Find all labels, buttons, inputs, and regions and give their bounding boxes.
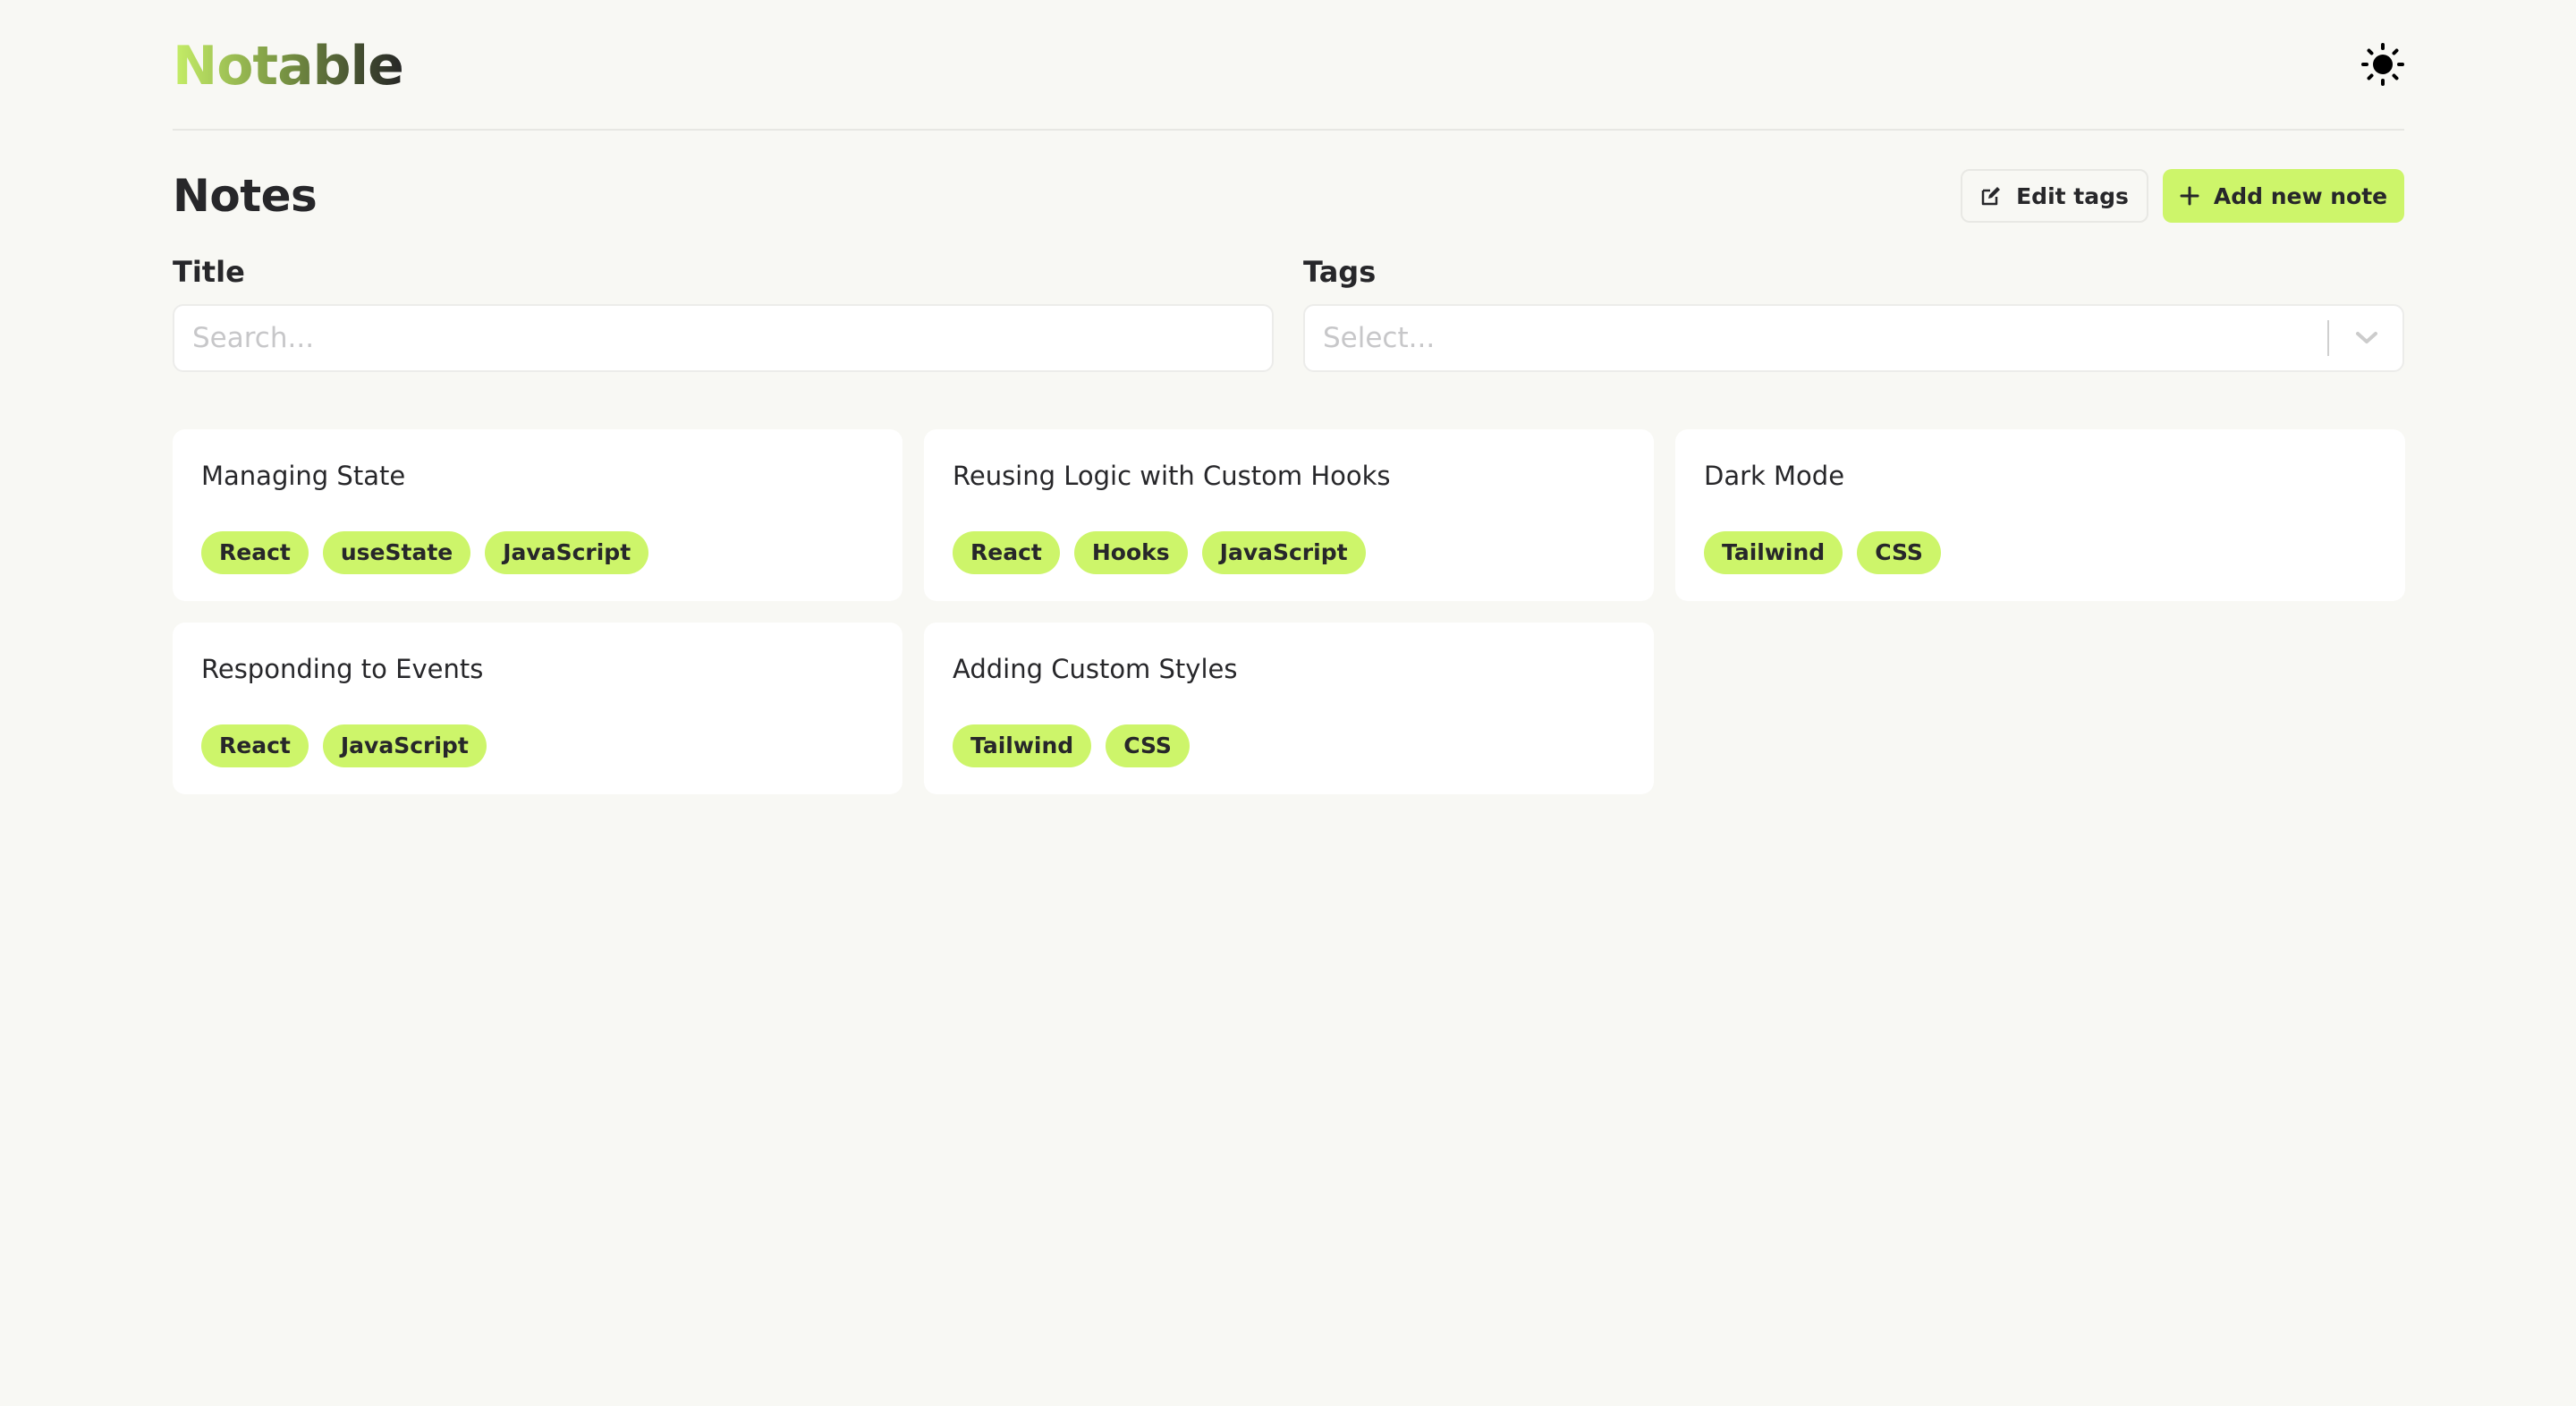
note-card[interactable]: Managing State React useState JavaScript bbox=[173, 429, 902, 601]
note-tags: Tailwind CSS bbox=[1704, 531, 2377, 574]
add-new-note-button[interactable]: Add new note bbox=[2163, 169, 2404, 223]
tag-badge: Tailwind bbox=[1704, 531, 1843, 574]
tag-badge: CSS bbox=[1106, 724, 1190, 767]
header: Notable bbox=[173, 0, 2404, 131]
note-title: Dark Mode bbox=[1704, 461, 1845, 491]
note-title: Managing State bbox=[201, 461, 406, 491]
notes-toolbar: Notes Edit tags Add new note bbox=[173, 168, 2404, 224]
theme-toggle-button[interactable] bbox=[2358, 39, 2408, 89]
tags-select-separator bbox=[2327, 320, 2329, 356]
title-filter: Title bbox=[173, 254, 1274, 372]
edit-tags-label: Edit tags bbox=[2016, 182, 2129, 209]
tag-badge: JavaScript bbox=[322, 724, 487, 767]
note-card[interactable]: Dark Mode Tailwind CSS bbox=[1675, 429, 2405, 601]
tag-badge: useState bbox=[322, 531, 471, 574]
tags-filter-label: Tags bbox=[1303, 255, 1377, 289]
note-title: Adding Custom Styles bbox=[953, 654, 1238, 684]
logo[interactable]: Notable bbox=[173, 35, 404, 97]
tag-badge: React bbox=[201, 724, 309, 767]
tag-badge: CSS bbox=[1857, 531, 1941, 574]
tag-badge: React bbox=[953, 531, 1060, 574]
title-search-field[interactable] bbox=[173, 304, 1274, 372]
plus-icon bbox=[2180, 186, 2199, 206]
edit-tags-button[interactable]: Edit tags bbox=[1961, 169, 2148, 223]
note-card[interactable]: Reusing Logic with Custom Hooks React Ho… bbox=[924, 429, 1654, 601]
tag-badge: React bbox=[201, 531, 309, 574]
tags-filter: Tags Select... bbox=[1303, 254, 2404, 372]
page-title: Notes bbox=[173, 170, 318, 222]
chevron-down-icon[interactable] bbox=[2349, 320, 2385, 356]
app-container: Notable Notes Edit tags Add new note Tit… bbox=[173, 0, 2405, 794]
note-title: Reusing Logic with Custom Hooks bbox=[953, 461, 1391, 491]
sun-icon bbox=[2361, 43, 2404, 86]
note-card[interactable]: Adding Custom Styles Tailwind CSS bbox=[924, 623, 1654, 794]
note-title: Responding to Events bbox=[201, 654, 484, 684]
toolbar-actions: Edit tags Add new note bbox=[1961, 169, 2404, 223]
note-tags: React JavaScript bbox=[201, 724, 874, 767]
notes-grid: Managing State React useState JavaScript… bbox=[173, 429, 2405, 794]
tag-badge: Tailwind bbox=[953, 724, 1092, 767]
note-tags: React Hooks JavaScript bbox=[953, 531, 1625, 574]
note-card[interactable]: Responding to Events React JavaScript bbox=[173, 623, 902, 794]
add-new-note-label: Add new note bbox=[2213, 182, 2388, 209]
note-tags: React useState JavaScript bbox=[201, 531, 874, 574]
filters: Title Tags Select... bbox=[173, 254, 2404, 372]
tag-badge: JavaScript bbox=[485, 531, 649, 574]
tags-select[interactable]: Select... bbox=[1303, 304, 2404, 372]
note-tags: Tailwind CSS bbox=[953, 724, 1625, 767]
tag-badge: JavaScript bbox=[1201, 531, 1366, 574]
tag-badge: Hooks bbox=[1073, 531, 1188, 574]
title-filter-label: Title bbox=[173, 255, 245, 289]
tags-select-placeholder: Select... bbox=[1323, 322, 1436, 354]
title-search-input[interactable] bbox=[192, 322, 1254, 354]
edit-icon bbox=[1981, 187, 2001, 206]
